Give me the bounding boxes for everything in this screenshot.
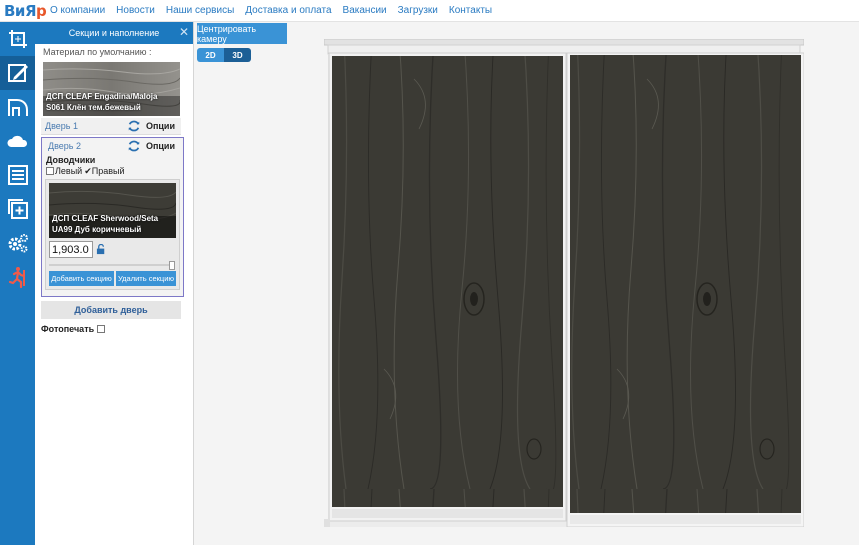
logo-accent: р xyxy=(36,1,47,20)
tool-sidebar xyxy=(0,22,35,545)
check-icon[interactable]: ✔ xyxy=(84,166,92,177)
logo-main: ВиЯ xyxy=(4,1,37,20)
top-rail xyxy=(324,39,804,46)
left-door-bottom-profile xyxy=(332,509,563,518)
door-1-options-button[interactable]: Опции xyxy=(146,121,175,131)
nav-link-delivery[interactable]: Доставка и оплата xyxy=(245,5,331,16)
tool-profiles[interactable] xyxy=(0,90,35,124)
stairs-icon xyxy=(7,99,28,116)
default-material-swatch[interactable]: ДСП CLEAF Engadina/Maloja S061 Клён тем.… xyxy=(43,62,180,116)
panel-header: Секции и наполнение ✕ xyxy=(35,22,193,44)
section-material-name: ДСП CLEAF Sherwood/Seta UA99 Дуб коричне… xyxy=(52,213,158,235)
section-buttons: Добавить секцию Удалить секцию xyxy=(49,271,176,286)
left-closer-checkbox[interactable] xyxy=(46,167,54,175)
running-person-icon xyxy=(8,267,25,289)
right-door-panel[interactable] xyxy=(570,55,801,513)
center-camera-button[interactable]: Центрировать камеру xyxy=(197,23,287,44)
right-door-bottom-profile xyxy=(570,515,801,524)
mode-3d-button[interactable]: 3D xyxy=(224,48,251,62)
nav-link-contacts[interactable]: Контакты xyxy=(449,5,492,16)
closers-options: Левый ✔ Правый xyxy=(44,165,181,177)
section-material-swatch[interactable]: ДСП CLEAF Sherwood/Seta UA99 Дуб коричне… xyxy=(49,183,176,238)
photo-print-row: Фотопечать xyxy=(41,324,193,334)
gears-icon xyxy=(8,234,28,253)
close-icon[interactable]: ✕ xyxy=(179,25,189,39)
top-nav: ВиЯ р О компании Новости Наши сервисы Дос… xyxy=(0,0,859,22)
tool-exit[interactable] xyxy=(0,260,35,294)
default-material-name-line1: ДСП CLEAF Engadina/Maloja xyxy=(46,92,158,101)
tool-fillings[interactable] xyxy=(0,124,35,158)
list-icon xyxy=(7,165,28,185)
nav-link-company[interactable]: О компании xyxy=(50,5,105,16)
sections-panel: Секции и наполнение ✕ Материал по умолча… xyxy=(35,22,194,545)
cloud-icon xyxy=(6,135,27,147)
unlock-icon[interactable] xyxy=(96,244,107,255)
tool-sections[interactable] xyxy=(0,56,35,90)
section-size-input[interactable]: 1,903.0 xyxy=(49,241,93,258)
door-1-label: Дверь 1 xyxy=(45,121,78,131)
logo[interactable]: ВиЯ р xyxy=(0,0,50,22)
add-door-button[interactable]: Добавить дверь xyxy=(41,301,181,319)
tool-specification[interactable] xyxy=(0,158,35,192)
section-size-row: 1,903.0 xyxy=(49,241,176,258)
nav-link-jobs[interactable]: Вакансии xyxy=(343,5,387,16)
left-door-panel[interactable] xyxy=(332,56,563,507)
tool-dimensions[interactable] xyxy=(0,22,35,56)
view-mode-toggle: 2D 3D xyxy=(197,48,251,62)
door-2-options-button[interactable]: Опции xyxy=(146,141,175,151)
default-material-label: Материал по умолчанию : xyxy=(43,47,152,57)
remove-section-button[interactable]: Удалить секцию xyxy=(116,271,176,286)
nav-link-downloads[interactable]: Загрузки xyxy=(398,5,438,16)
add-icon xyxy=(7,199,28,219)
nav-link-news[interactable]: Новости xyxy=(116,5,155,16)
tool-add[interactable] xyxy=(0,192,35,226)
nav-link-services[interactable]: Наши сервисы xyxy=(166,5,234,16)
slider-track xyxy=(49,264,173,266)
photo-print-label: Фотопечать xyxy=(41,324,95,334)
sync-icon[interactable] xyxy=(127,119,141,133)
default-material-name: ДСП CLEAF Engadina/Maloja S061 Клён тем.… xyxy=(46,91,157,113)
closers-title: Доводчики xyxy=(46,155,96,165)
left-closer-label: Левый xyxy=(55,166,83,176)
wardrobe-model[interactable] xyxy=(324,39,804,527)
door-2-block: Дверь 2 Опции Доводчики Левый ✔ Правый Д… xyxy=(41,137,184,297)
door-2-row[interactable]: Дверь 2 Опции xyxy=(44,138,181,154)
tool-settings[interactable] xyxy=(0,226,35,260)
slider-handle[interactable] xyxy=(169,261,175,270)
photo-print-checkbox[interactable] xyxy=(97,325,106,333)
section-material-name-line1: ДСП CLEAF Sherwood/Seta xyxy=(52,214,159,223)
section-block: ДСП CLEAF Sherwood/Seta UA99 Дуб коричне… xyxy=(45,179,180,290)
sync-icon[interactable] xyxy=(127,139,141,153)
mode-2d-button[interactable]: 2D xyxy=(197,48,224,62)
panel-title: Секции и наполнение xyxy=(68,28,160,38)
paint-brush-icon xyxy=(7,64,28,82)
door-2-label: Дверь 2 xyxy=(48,141,81,151)
render-viewport[interactable]: Центрировать камеру 2D 3D xyxy=(194,22,859,545)
default-material-name-line2: S061 Клён тем.бежевый xyxy=(46,103,141,112)
section-material-name-line2: UA99 Дуб коричневый xyxy=(52,225,142,234)
add-section-button[interactable]: Добавить секцию xyxy=(49,271,114,286)
section-size-slider[interactable] xyxy=(49,261,176,270)
crop-icon xyxy=(8,30,27,48)
door-1-row[interactable]: Дверь 1 Опции xyxy=(41,118,181,135)
bottom-rail xyxy=(324,519,330,527)
right-closer-label: Правый xyxy=(91,166,125,176)
